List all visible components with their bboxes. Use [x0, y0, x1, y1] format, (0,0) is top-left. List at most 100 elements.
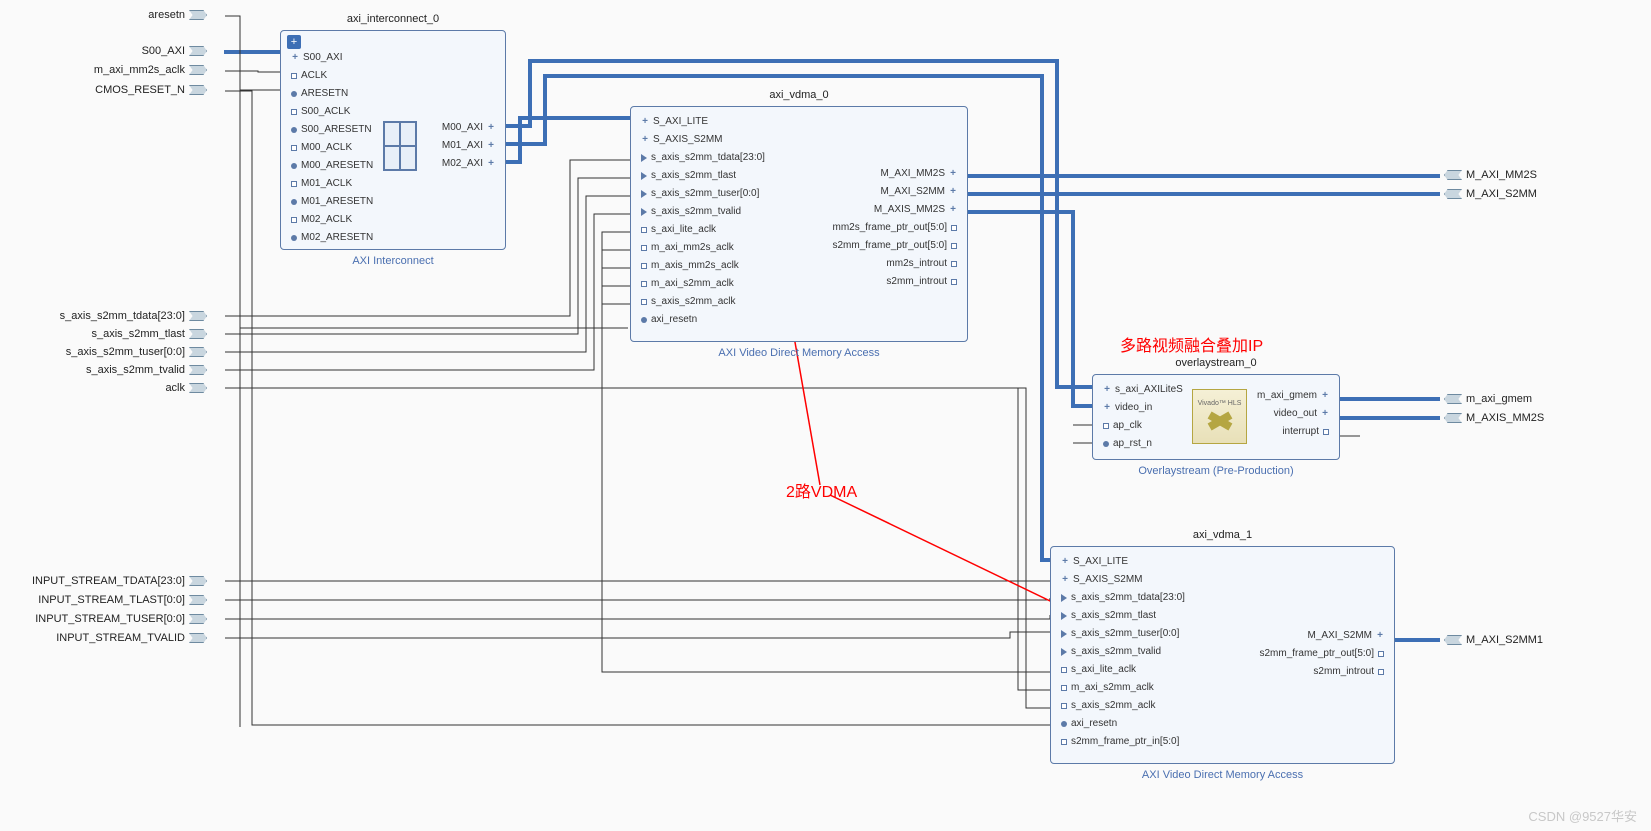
pin[interactable]: M_AXIS_MM2S+ — [874, 203, 957, 217]
ext-port-cmos-reset-n[interactable]: CMOS_RESET_N — [95, 84, 211, 96]
pin[interactable]: +S_AXIS_S2MM — [641, 133, 722, 147]
ext-port-aclk[interactable]: aclk — [165, 382, 211, 394]
pin-m00-aclk[interactable]: M00_ACLK — [291, 141, 352, 155]
ext-port-s-axis-s2mm-tvalid[interactable]: s_axis_s2mm_tvalid — [86, 364, 211, 376]
block-axi-interconnect-0[interactable]: axi_interconnect_0 + +S00_AXI ACLK ARESE… — [280, 30, 506, 250]
ports-left: +s_axi_AXILiteS +video_in ap_clk ap_rst_… — [1103, 383, 1183, 451]
pin[interactable]: s_axis_s2mm_tuser[0:0] — [1061, 627, 1179, 641]
port-arrow-icon — [189, 311, 207, 321]
pin[interactable]: m_axis_mm2s_aclk — [641, 259, 739, 273]
block-title: axi_vdma_1 — [1051, 529, 1394, 541]
ext-port-input-stream-tdata[interactable]: INPUT_STREAM_TDATA[23:0] — [32, 575, 211, 587]
hls-badge-icon: Vivado™ HLS — [1192, 389, 1247, 444]
ext-port-label: M_AXI_S2MM1 — [1466, 634, 1543, 646]
ext-port-input-stream-tlast[interactable]: INPUT_STREAM_TLAST[0:0] — [38, 594, 211, 606]
pin[interactable]: m_axi_gmem+ — [1257, 389, 1329, 403]
block-axi-vdma-0[interactable]: axi_vdma_0 +S_AXI_LITE +S_AXIS_S2MM s_ax… — [630, 106, 968, 342]
pin-m02-aclk[interactable]: M02_ACLK — [291, 213, 352, 227]
port-arrow-icon — [189, 614, 207, 624]
pin-m02-axi[interactable]: M02_AXI+ — [442, 157, 495, 171]
block-overlaystream-0[interactable]: overlaystream_0 +s_axi_AXILiteS +video_i… — [1092, 374, 1340, 460]
pin[interactable]: video_out+ — [1274, 407, 1329, 421]
pin-m00-aresetn[interactable]: M00_ARESETN — [291, 159, 373, 173]
pin[interactable]: s_axi_lite_aclk — [1061, 663, 1136, 677]
pin[interactable]: interrupt — [1282, 425, 1329, 439]
pin[interactable]: M_AXI_S2MM+ — [881, 185, 957, 199]
pin[interactable]: mm2s_frame_ptr_out[5:0] — [833, 221, 958, 235]
port-arrow-icon — [1444, 635, 1462, 645]
pin[interactable]: axi_resetn — [1061, 717, 1117, 731]
pin[interactable]: +s_axi_AXILiteS — [1103, 383, 1183, 397]
pin[interactable]: s_axis_s2mm_tlast — [641, 169, 736, 183]
ext-port-s-axis-s2mm-tlast[interactable]: s_axis_s2mm_tlast — [91, 328, 211, 340]
ext-port-input-stream-tvalid[interactable]: INPUT_STREAM_TVALID — [56, 632, 211, 644]
pin-m02-aresetn[interactable]: M02_ARESETN — [291, 231, 373, 245]
pin[interactable]: +S_AXIS_S2MM — [1061, 573, 1142, 587]
ports-right: M_AXI_MM2S+ M_AXI_S2MM+ M_AXIS_MM2S+ mm2… — [833, 167, 958, 289]
pin[interactable]: s_axis_s2mm_tlast — [1061, 609, 1156, 623]
pin[interactable]: s_axis_s2mm_aclk — [1061, 699, 1155, 713]
ext-port-m-axi-s2mm1[interactable]: M_AXI_S2MM1 — [1440, 634, 1543, 646]
ext-port-m-axis-mm2s[interactable]: M_AXIS_MM2S — [1440, 412, 1544, 424]
expand-icon[interactable]: + — [287, 35, 301, 49]
ext-port-input-stream-tuser[interactable]: INPUT_STREAM_TUSER[0:0] — [35, 613, 211, 625]
pin[interactable]: s2mm_frame_ptr_in[5:0] — [1061, 735, 1179, 749]
pin-s00-axi[interactable]: +S00_AXI — [291, 51, 342, 65]
pin-s00-aresetn[interactable]: S00_ARESETN — [291, 123, 372, 137]
ext-port-label: aresetn — [148, 9, 185, 21]
port-arrow-icon — [189, 595, 207, 605]
pin[interactable]: s_axis_s2mm_tvalid — [1061, 645, 1161, 659]
ext-port-m-axi-gmem[interactable]: m_axi_gmem — [1440, 393, 1532, 405]
pin[interactable]: ap_clk — [1103, 419, 1142, 433]
block-title: overlaystream_0 — [1093, 357, 1339, 369]
block-subtitle: AXI Video Direct Memory Access — [631, 347, 967, 359]
pin[interactable]: M_AXI_S2MM+ — [1308, 629, 1384, 643]
hls-badge-label: Vivado™ HLS — [1198, 400, 1242, 407]
port-arrow-icon — [1444, 413, 1462, 423]
pin-aclk[interactable]: ACLK — [291, 69, 327, 83]
pin[interactable]: axi_resetn — [641, 313, 697, 327]
pin[interactable]: +S_AXI_LITE — [1061, 555, 1128, 569]
pin[interactable]: m_axi_s2mm_aclk — [1061, 681, 1154, 695]
pin[interactable]: ap_rst_n — [1103, 437, 1152, 451]
pin[interactable]: s_axis_s2mm_tdata[23:0] — [641, 151, 765, 165]
ext-port-s-axis-s2mm-tuser[interactable]: s_axis_s2mm_tuser[0:0] — [66, 346, 211, 358]
pin-m00-axi[interactable]: M00_AXI+ — [442, 121, 495, 135]
pin[interactable]: s_axis_s2mm_tvalid — [641, 205, 741, 219]
pin-aresetn[interactable]: ARESETN — [291, 87, 348, 101]
pin[interactable]: m_axi_s2mm_aclk — [641, 277, 734, 291]
pin[interactable]: M_AXI_MM2S+ — [881, 167, 957, 181]
ext-port-m-axi-mm2s[interactable]: M_AXI_MM2S — [1440, 169, 1537, 181]
pin[interactable]: s2mm_introut — [886, 275, 957, 289]
pin[interactable]: s2mm_frame_ptr_out[5:0] — [833, 239, 958, 253]
pin-s00-aclk[interactable]: S00_ACLK — [291, 105, 350, 119]
ports-left: +S_AXI_LITE +S_AXIS_S2MM s_axis_s2mm_tda… — [641, 115, 765, 327]
pin[interactable]: s_axis_s2mm_tuser[0:0] — [641, 187, 759, 201]
ext-port-label: m_axi_gmem — [1466, 393, 1532, 405]
port-arrow-icon — [1444, 189, 1462, 199]
pin[interactable]: +video_in — [1103, 401, 1152, 415]
pin[interactable]: s_axis_s2mm_tdata[23:0] — [1061, 591, 1185, 605]
pin-m01-axi[interactable]: M01_AXI+ — [442, 139, 495, 153]
pin[interactable]: m_axi_mm2s_aclk — [641, 241, 734, 255]
ext-port-m-axi-mm2s-aclk[interactable]: m_axi_mm2s_aclk — [94, 64, 211, 76]
pin[interactable]: s_axis_s2mm_aclk — [641, 295, 735, 309]
pin[interactable]: mm2s_introut — [886, 257, 957, 271]
pin[interactable]: +S_AXI_LITE — [641, 115, 708, 129]
ext-port-s00-axi[interactable]: S00_AXI — [142, 45, 211, 57]
ext-port-m-axi-s2mm[interactable]: M_AXI_S2MM — [1440, 188, 1537, 200]
ext-port-aresetn[interactable]: aresetn — [148, 9, 211, 21]
pin-m01-aclk[interactable]: M01_ACLK — [291, 177, 352, 191]
ports-right: m_axi_gmem+ video_out+ interrupt — [1257, 389, 1329, 439]
block-axi-vdma-1[interactable]: axi_vdma_1 +S_AXI_LITE +S_AXIS_S2MM s_ax… — [1050, 546, 1395, 764]
block-title: axi_vdma_0 — [631, 89, 967, 101]
ext-port-label: M_AXI_MM2S — [1466, 169, 1537, 181]
ext-port-label: CMOS_RESET_N — [95, 84, 185, 96]
pin[interactable]: s2mm_introut — [1313, 665, 1384, 679]
ext-port-s-axis-s2mm-tdata[interactable]: s_axis_s2mm_tdata[23:0] — [60, 310, 211, 322]
pin[interactable]: s2mm_frame_ptr_out[5:0] — [1260, 647, 1385, 661]
pin-m01-aresetn[interactable]: M01_ARESETN — [291, 195, 373, 209]
port-arrow-icon — [189, 576, 207, 586]
pin[interactable]: s_axi_lite_aclk — [641, 223, 716, 237]
ext-port-label: m_axi_mm2s_aclk — [94, 64, 185, 76]
